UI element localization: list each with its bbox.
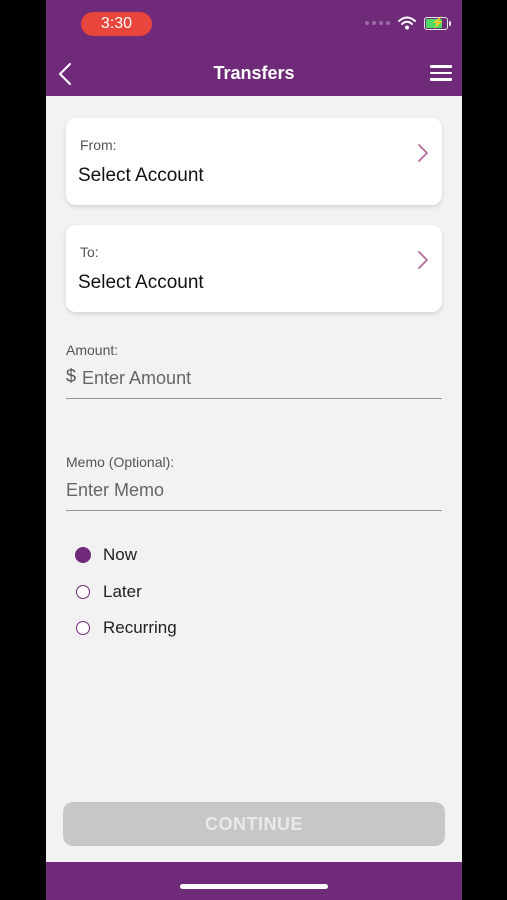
radio-selected-icon[interactable] bbox=[75, 547, 91, 563]
status-time: 3:30 bbox=[81, 12, 152, 36]
currency-prefix: $ bbox=[66, 366, 77, 386]
from-label: From: bbox=[80, 137, 117, 153]
radio-option-later[interactable]: Later bbox=[76, 578, 177, 606]
radio-label: Now bbox=[103, 545, 138, 564]
amount-field: Amount: $ bbox=[66, 342, 442, 399]
memo-field: Memo (Optional): bbox=[66, 454, 442, 511]
bottom-bar bbox=[46, 862, 462, 900]
memo-input[interactable] bbox=[66, 478, 396, 502]
memo-label: Memo (Optional): bbox=[66, 454, 175, 470]
chevron-right-icon bbox=[418, 251, 428, 269]
radio-label: Recurring bbox=[103, 618, 177, 637]
page-title: Transfers bbox=[213, 63, 295, 83]
schedule-radio-group: Now Later Recurring bbox=[75, 541, 177, 651]
to-account-value: Select Account bbox=[78, 272, 204, 293]
signal-icon bbox=[365, 21, 390, 25]
radio-label: Later bbox=[103, 581, 142, 601]
chevron-right-icon bbox=[418, 144, 428, 162]
battery-charging-icon: ⚡ bbox=[424, 16, 451, 30]
radio-unselected-icon[interactable] bbox=[76, 621, 90, 635]
to-label: To: bbox=[80, 244, 99, 260]
wifi-icon bbox=[398, 16, 416, 30]
continue-button[interactable]: CONTINUE bbox=[63, 802, 445, 846]
radio-unselected-icon[interactable] bbox=[76, 584, 90, 599]
to-account-selector[interactable]: To: Select Account bbox=[66, 225, 442, 312]
amount-input-row: $ bbox=[66, 366, 442, 399]
from-account-value: Select Account bbox=[78, 165, 204, 186]
amount-label: Amount: bbox=[66, 342, 119, 358]
amount-input[interactable] bbox=[82, 366, 413, 390]
from-account-selector[interactable]: From: Select Account bbox=[66, 118, 442, 205]
phone-screen: 3:30 ⚡ Transfers From: Select Account To… bbox=[46, 0, 462, 900]
memo-input-row bbox=[66, 478, 442, 511]
nav-bar: Transfers bbox=[46, 50, 462, 96]
radio-option-recurring[interactable]: Recurring bbox=[76, 614, 177, 642]
status-icons: ⚡ bbox=[365, 16, 451, 30]
status-bar: 3:30 ⚡ bbox=[46, 0, 462, 50]
home-indicator[interactable] bbox=[180, 884, 328, 889]
radio-option-now[interactable]: Now bbox=[75, 541, 177, 569]
hamburger-menu-icon[interactable] bbox=[428, 62, 454, 84]
